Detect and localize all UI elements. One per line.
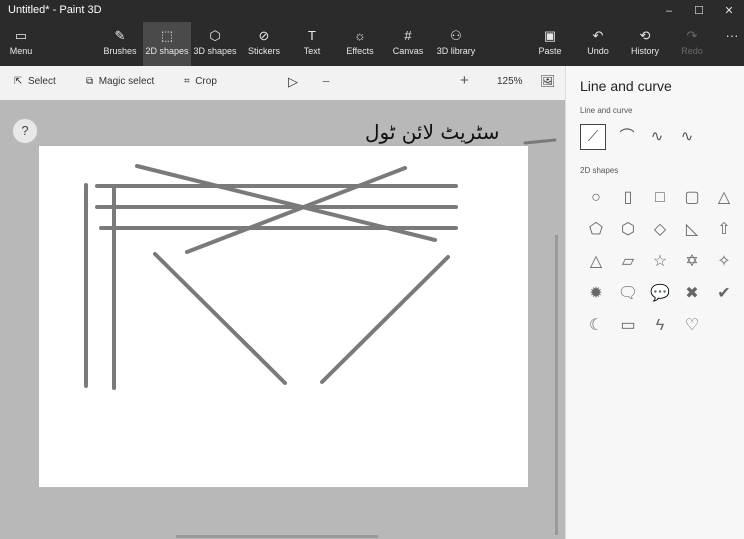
paste-button[interactable]: ▣ Paste (536, 22, 564, 66)
multi-curve-tool[interactable]: ∿ (674, 124, 700, 150)
flag-icon: ▷ (288, 74, 298, 89)
lightning-icon[interactable]: ϟ (648, 314, 672, 338)
magic-select-icon: ⧉ (86, 76, 94, 87)
view-toggle-button[interactable]: ▷ (288, 74, 298, 90)
horizontal-scrollbar[interactable] (176, 535, 378, 538)
ribbon: ▭ Menu ✎ Brushes ⬚ 2D shapes ⬡ 3D shapes ⊘ St… (0, 22, 744, 66)
picture-icon: 🖼 (540, 74, 556, 88)
drawn-line (153, 252, 287, 385)
drawn-line (320, 255, 450, 384)
3d-library-button[interactable]: ⚇ 3D library (434, 22, 478, 66)
history-icon: ⟲ (639, 28, 651, 43)
heart-icon[interactable]: ♡ (680, 314, 704, 338)
circle-icon[interactable]: ○ (584, 186, 608, 210)
panel-title: Line and curve (580, 78, 672, 94)
triangle-icon[interactable]: △ (712, 186, 736, 210)
leaf-icon[interactable]: ▱ (616, 250, 640, 274)
banner-icon[interactable]: ▭ (616, 314, 640, 338)
toolbar: ⇱ Select ⧉ Magic select ⌗ Crop ▷ − + 125… (0, 66, 565, 157)
star5-icon[interactable]: ☆ (648, 250, 672, 274)
chevron-triangle-icon[interactable]: △ (584, 250, 608, 274)
zoom-out-button[interactable]: − (322, 73, 330, 89)
minimize-button[interactable]: – (654, 0, 684, 22)
arc-tool[interactable]: ⌒ (614, 124, 640, 150)
section-label-lines: Line and curve (580, 106, 633, 115)
arrow-up-icon[interactable]: ⇧ (712, 218, 736, 242)
undo-button[interactable]: ↶ Undo (584, 22, 612, 66)
check-icon[interactable]: ✔ (712, 282, 736, 306)
sticker-icon: ⊘ (258, 28, 270, 43)
maximize-button[interactable]: ☐ (684, 0, 714, 22)
star6-icon[interactable]: ✡ (680, 250, 704, 274)
moon-icon[interactable]: ☾ (584, 314, 608, 338)
menu-icon: ▭ (14, 28, 28, 43)
title-bar: Untitled* - Paint 3D – ☐ ✕ (0, 0, 744, 22)
menu-button[interactable]: ▭ Menu (4, 22, 38, 66)
drawn-line (185, 166, 407, 254)
annotation-arrow-line (523, 138, 557, 145)
straight-line-annotation: سٹریٹ لائن ٹول (365, 120, 500, 144)
effects-icon: ☼ (354, 28, 366, 43)
crop-icon: ⌗ (184, 76, 190, 87)
canvas-icon: # (404, 28, 412, 43)
magic-select-tool[interactable]: ⧉ Magic select (86, 76, 154, 87)
more-icon: ··· (725, 28, 739, 43)
brush-icon: ✎ (114, 28, 126, 43)
zoom-level: 125% (497, 76, 523, 87)
side-panel: Line and curve Line and curve ⟋ ⌒ ∿ ∿ 2D… (565, 66, 744, 539)
burst-icon[interactable]: ✹ (584, 282, 608, 306)
redo-button[interactable]: ↷ Redo (678, 22, 706, 66)
straight-line-tool[interactable]: ⟋ (580, 124, 606, 150)
more-button[interactable]: ··· (722, 22, 742, 66)
select-tool[interactable]: ⇱ Select (14, 76, 56, 87)
2d-shapes-icon: ⬚ (160, 28, 174, 43)
square-icon[interactable]: □ (648, 186, 672, 210)
brushes-button[interactable]: ✎ Brushes (101, 22, 139, 66)
multi-curve-icon: ∿ (680, 128, 694, 145)
effects-button[interactable]: ☼ Effects (343, 22, 377, 66)
history-button[interactable]: ⟲ History (628, 22, 662, 66)
stickers-button[interactable]: ⊘ Stickers (244, 22, 284, 66)
pentagon-icon[interactable]: ⬠ (584, 218, 608, 242)
right-triangle-icon[interactable]: ◺ (680, 218, 704, 242)
text-icon: T (308, 28, 316, 43)
text-button[interactable]: T Text (298, 22, 326, 66)
arc-icon: ⌒ (619, 128, 635, 145)
capsule-icon[interactable]: ▯ (616, 186, 640, 210)
canvas-drawing (84, 138, 558, 538)
rounded-square-icon[interactable]: ▢ (680, 186, 704, 210)
curve-tool[interactable]: ∿ (644, 124, 670, 150)
star4-icon[interactable]: ✧ (712, 250, 736, 274)
speech-oval-icon[interactable]: 💬 (648, 282, 672, 306)
hexagon-icon[interactable]: ⬡ (616, 218, 640, 242)
window-title: Untitled* - Paint 3D (8, 4, 102, 16)
diamond-icon[interactable]: ◇ (648, 218, 672, 242)
paste-icon: ▣ (543, 28, 557, 43)
cube-icon: ⬡ (209, 28, 221, 43)
library-icon: ⚇ (450, 28, 462, 43)
vertical-scrollbar[interactable] (555, 235, 558, 535)
speech-rect-icon[interactable]: 🗨 (616, 282, 640, 306)
2d-shapes-button[interactable]: ⬚ 2D shapes (143, 22, 191, 66)
section-label-shapes: 2D shapes (580, 166, 619, 175)
redo-icon: ↷ (686, 28, 698, 43)
straight-line-icon: ⟋ (587, 128, 599, 145)
close-button[interactable]: ✕ (714, 0, 744, 22)
3d-shapes-button[interactable]: ⬡ 3D shapes (193, 22, 237, 66)
view-image-button[interactable]: 🖼 (540, 74, 555, 88)
zoom-in-button[interactable]: + (460, 72, 469, 89)
cursor-icon: ⇱ (14, 76, 23, 87)
undo-icon: ↶ (592, 28, 604, 43)
curve-icon: ∿ (650, 128, 664, 145)
crop-tool[interactable]: ⌗ Crop (184, 76, 217, 87)
canvas-button[interactable]: # Canvas (391, 22, 425, 66)
cross-icon[interactable]: ✖ (680, 282, 704, 306)
